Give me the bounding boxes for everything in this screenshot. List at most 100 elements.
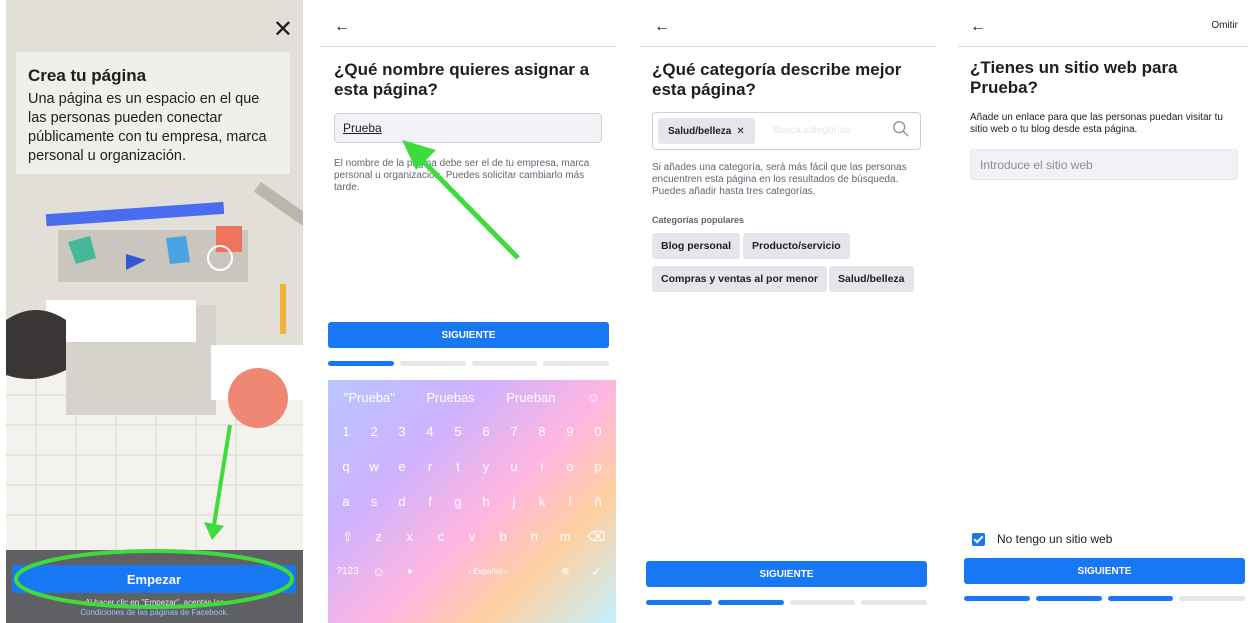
website-title: ¿Tienes un sitio web para Prueba? bbox=[970, 58, 1178, 97]
key[interactable]: m bbox=[550, 529, 581, 544]
no-website-checkbox[interactable] bbox=[972, 532, 985, 546]
progress-step-3 bbox=[471, 361, 538, 366]
keyboard-row-1: qwertyuiop bbox=[328, 449, 616, 484]
key[interactable]: 2 bbox=[360, 424, 388, 439]
back-arrow-icon[interactable]: ← bbox=[654, 18, 670, 36]
key[interactable]: u bbox=[500, 459, 528, 474]
category-help: Si añades una categoría, será más fácil … bbox=[652, 162, 907, 197]
globe-icon[interactable]: ⊕ bbox=[550, 566, 581, 577]
key[interactable]: 7 bbox=[500, 424, 528, 439]
suggestion-3[interactable]: Prueban bbox=[506, 390, 555, 405]
selected-category-label: Salud/belleza bbox=[668, 125, 732, 137]
onscreen-keyboard: "Prueba" Pruebas Prueban ☺ 1234567890 qw… bbox=[328, 380, 616, 623]
key[interactable]: o bbox=[556, 459, 584, 474]
key[interactable]: k bbox=[528, 494, 556, 509]
key[interactable]: z bbox=[363, 529, 394, 544]
header-divider bbox=[640, 46, 936, 47]
progress-bar bbox=[964, 596, 1245, 601]
backspace-icon[interactable]: ⌫ bbox=[581, 529, 612, 545]
progress-step-3 bbox=[1107, 596, 1174, 601]
progress-step-2 bbox=[717, 600, 784, 605]
key[interactable]: b bbox=[488, 529, 519, 544]
progress-bar bbox=[328, 361, 609, 366]
website-input[interactable]: Introduce el sitio web bbox=[970, 149, 1238, 180]
key[interactable]: ñ bbox=[584, 494, 612, 509]
website-help: Añade un enlace para que las personas pu… bbox=[970, 112, 1223, 135]
enter-check-icon[interactable]: ✓ bbox=[581, 564, 612, 580]
key[interactable]: s bbox=[360, 494, 388, 509]
popular-category-chip[interactable]: Compras y ventas al por menor bbox=[652, 266, 827, 292]
key[interactable]: w bbox=[360, 459, 388, 474]
key[interactable]: j bbox=[500, 494, 528, 509]
screenshot-canvas: ✕ Crea tu página Una página es un espaci… bbox=[0, 0, 1250, 623]
key[interactable]: a bbox=[332, 494, 360, 509]
key[interactable]: g bbox=[444, 494, 472, 509]
no-website-label: No tengo un sitio web bbox=[997, 532, 1113, 546]
key[interactable]: x bbox=[394, 529, 425, 544]
key[interactable]: r bbox=[416, 459, 444, 474]
shift-icon[interactable]: ⇧ bbox=[332, 529, 363, 545]
search-icon bbox=[893, 121, 909, 137]
progress-step-2 bbox=[399, 361, 466, 366]
key[interactable]: 9 bbox=[556, 424, 584, 439]
emoji-icon[interactable]: ☺ bbox=[587, 390, 600, 405]
key[interactable]: 4 bbox=[416, 424, 444, 439]
keyboard-number-row: 1234567890 bbox=[328, 414, 616, 449]
create-page-intro-screen: ✕ Crea tu página Una página es un espaci… bbox=[6, 0, 303, 623]
emoji-key-icon[interactable]: ☺ bbox=[363, 564, 394, 579]
key[interactable]: 6 bbox=[472, 424, 500, 439]
key[interactable]: 0 bbox=[584, 424, 612, 439]
start-button[interactable]: Empezar bbox=[12, 565, 296, 593]
selected-category-chip[interactable]: Salud/belleza ✕ bbox=[658, 118, 755, 144]
key[interactable]: l bbox=[556, 494, 584, 509]
key[interactable]: 8 bbox=[528, 424, 556, 439]
terms-text: Al hacer clic en "Empezar", aceptas las … bbox=[6, 598, 303, 618]
popular-category-chip[interactable]: Blog personal bbox=[652, 233, 741, 259]
popular-category-chip[interactable]: Producto/servicio bbox=[743, 233, 850, 259]
intro-illustration bbox=[6, 181, 303, 550]
progress-step-1 bbox=[646, 600, 712, 605]
back-arrow-icon[interactable]: ← bbox=[970, 18, 986, 36]
key[interactable]: c bbox=[425, 529, 456, 544]
popular-category-chip[interactable]: Salud/belleza bbox=[829, 266, 914, 292]
progress-step-4 bbox=[861, 600, 927, 605]
next-button[interactable]: SIGUIENTE bbox=[646, 561, 927, 587]
key[interactable]: d bbox=[388, 494, 416, 509]
key[interactable]: f bbox=[416, 494, 444, 509]
next-button[interactable]: SIGUIENTE bbox=[328, 322, 609, 348]
close-icon[interactable]: ✕ bbox=[273, 18, 293, 42]
next-button[interactable]: SIGUIENTE bbox=[964, 558, 1245, 584]
skip-button[interactable]: Omitir bbox=[1211, 20, 1238, 31]
suggestion-1[interactable]: "Prueba" bbox=[344, 390, 395, 405]
popular-categories-label: Categorías populares bbox=[652, 215, 745, 225]
mic-icon[interactable]: ● bbox=[394, 566, 425, 577]
key[interactable]: 3 bbox=[388, 424, 416, 439]
keyboard-suggestions: "Prueba" Pruebas Prueban ☺ bbox=[328, 380, 616, 414]
key[interactable]: 5 bbox=[444, 424, 472, 439]
back-arrow-icon[interactable]: ← bbox=[334, 18, 350, 36]
intro-title: Crea tu página bbox=[28, 66, 147, 85]
category-title: ¿Qué categoría describe mejor esta págin… bbox=[652, 60, 902, 99]
key[interactable]: q bbox=[332, 459, 360, 474]
progress-step-3 bbox=[789, 600, 856, 605]
key[interactable]: t bbox=[444, 459, 472, 474]
key[interactable]: n bbox=[519, 529, 550, 544]
page-name-input[interactable]: Prueba bbox=[334, 113, 602, 143]
key[interactable]: e bbox=[388, 459, 416, 474]
key[interactable]: 1 bbox=[332, 424, 360, 439]
key[interactable]: p bbox=[584, 459, 612, 474]
page-website-screen: ← Omitir ¿Tienes un sitio web para Prueb… bbox=[958, 0, 1248, 623]
key[interactable]: h bbox=[472, 494, 500, 509]
suggestion-2[interactable]: Pruebas bbox=[426, 390, 474, 405]
category-search[interactable]: Salud/belleza ✕ Busca categorías bbox=[652, 112, 921, 150]
no-website-row[interactable]: No tengo un sitio web bbox=[972, 532, 1112, 546]
keyboard-bottom-row: ?123 ☺ ● ‹ Español › ⊕ ✓ bbox=[328, 554, 616, 589]
symbols-key[interactable]: ?123 bbox=[332, 566, 363, 577]
key[interactable]: v bbox=[456, 529, 487, 544]
category-search-placeholder: Busca categorías bbox=[773, 125, 851, 136]
space-bar[interactable]: ‹ Español › bbox=[425, 567, 549, 576]
terms-link[interactable]: Condiciones de las páginas de Facebook. bbox=[6, 608, 303, 618]
key[interactable]: i bbox=[528, 459, 556, 474]
remove-chip-icon[interactable]: ✕ bbox=[736, 126, 744, 137]
key[interactable]: y bbox=[472, 459, 500, 474]
